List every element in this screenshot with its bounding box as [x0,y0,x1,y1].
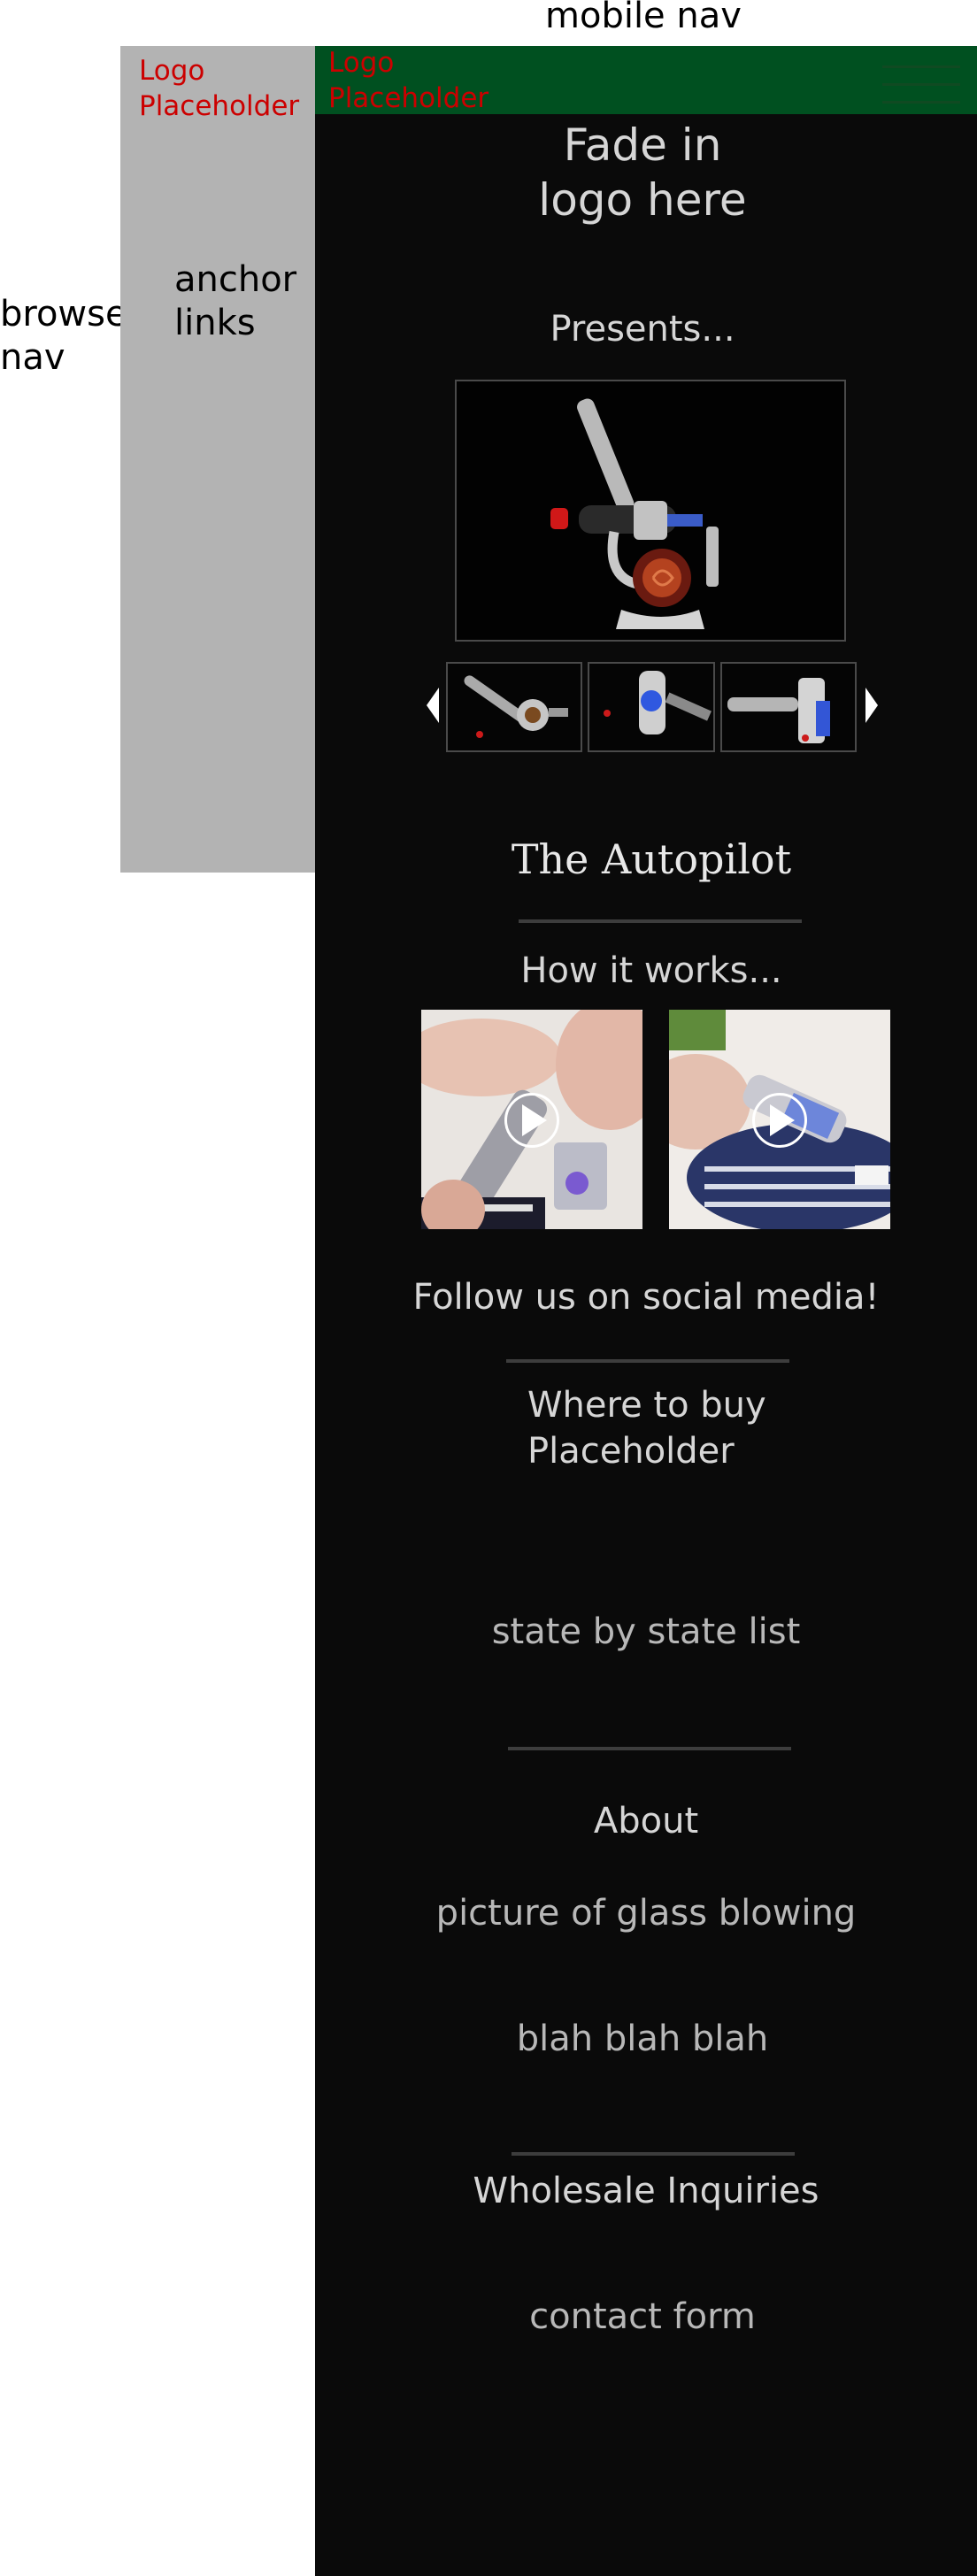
play-icon[interactable] [770,1104,795,1136]
section-divider [508,1747,791,1750]
how-it-works-video-1[interactable] [421,1010,642,1229]
carousel-next-arrow-icon[interactable] [865,688,878,723]
product-name: The Autopilot [511,835,792,883]
anchor-links[interactable]: anchor links [174,258,296,345]
fade-in-logo-placeholder: Fade in logo here [474,118,811,227]
glass-blowing-picture-placeholder: picture of glass blowing [435,1893,857,1934]
browser-logo[interactable]: Logo Placeholder [139,53,299,124]
contact-form-placeholder[interactable]: contact form [439,2294,846,2340]
section-divider [506,1359,789,1363]
carousel-prev-arrow-icon[interactable] [427,688,439,723]
gallery-thumbnail-1[interactable] [446,662,582,752]
where-to-buy-line2: Placeholder [527,1431,735,1472]
mobile-header: Logo Placeholder [315,46,977,114]
browser-logo-line2: Placeholder [139,90,300,122]
anchor-links-line2: links [174,303,256,343]
gallery-thumbnail-2[interactable] [588,662,715,752]
hamburger-menu-icon[interactable] [873,55,970,108]
where-to-buy-heading: Where to buy Placeholder [527,1382,899,1474]
mobile-logo[interactable]: Logo Placeholder [328,45,488,116]
how-it-works-video-2[interactable] [669,1010,890,1229]
about-text: blah blah blah [516,2019,769,2059]
where-to-buy-line1: Where to buy [527,1385,766,1426]
product-main-image [455,380,846,642]
mobile-logo-line2: Placeholder [328,82,489,114]
thumbnail-image-3 [722,664,855,750]
presents-text: Presents... [550,309,735,350]
section-divider [519,919,802,923]
mobile-nav-label: mobile nav [545,0,742,36]
browser-nav: Logo Placeholder anchor links [120,46,315,873]
social-media-heading: Follow us on social media! [412,1277,880,1318]
fade-in-line1: Fade in [563,119,722,171]
state-by-state-list: state by state list [491,1611,801,1652]
gallery-thumbnail-3[interactable] [720,662,857,752]
section-divider [512,2152,795,2156]
anchor-links-line1: anchor [174,259,297,300]
wholesale-inquiries-heading: Wholesale Inquiries [473,2171,819,2211]
thumbnail-image-2 [589,664,713,750]
mobile-logo-line1: Logo [328,47,395,79]
play-icon[interactable] [522,1104,547,1136]
mobile-screen: Logo Placeholder Fade in logo here Prese… [315,46,977,2576]
about-heading: About [593,1801,699,1842]
thumbnail-image-1 [448,664,581,750]
fade-in-line2: logo here [538,174,747,226]
autopilot-torch-image [457,381,844,640]
how-it-works-heading: How it works... [520,950,782,991]
browser-logo-line1: Logo [139,55,205,87]
